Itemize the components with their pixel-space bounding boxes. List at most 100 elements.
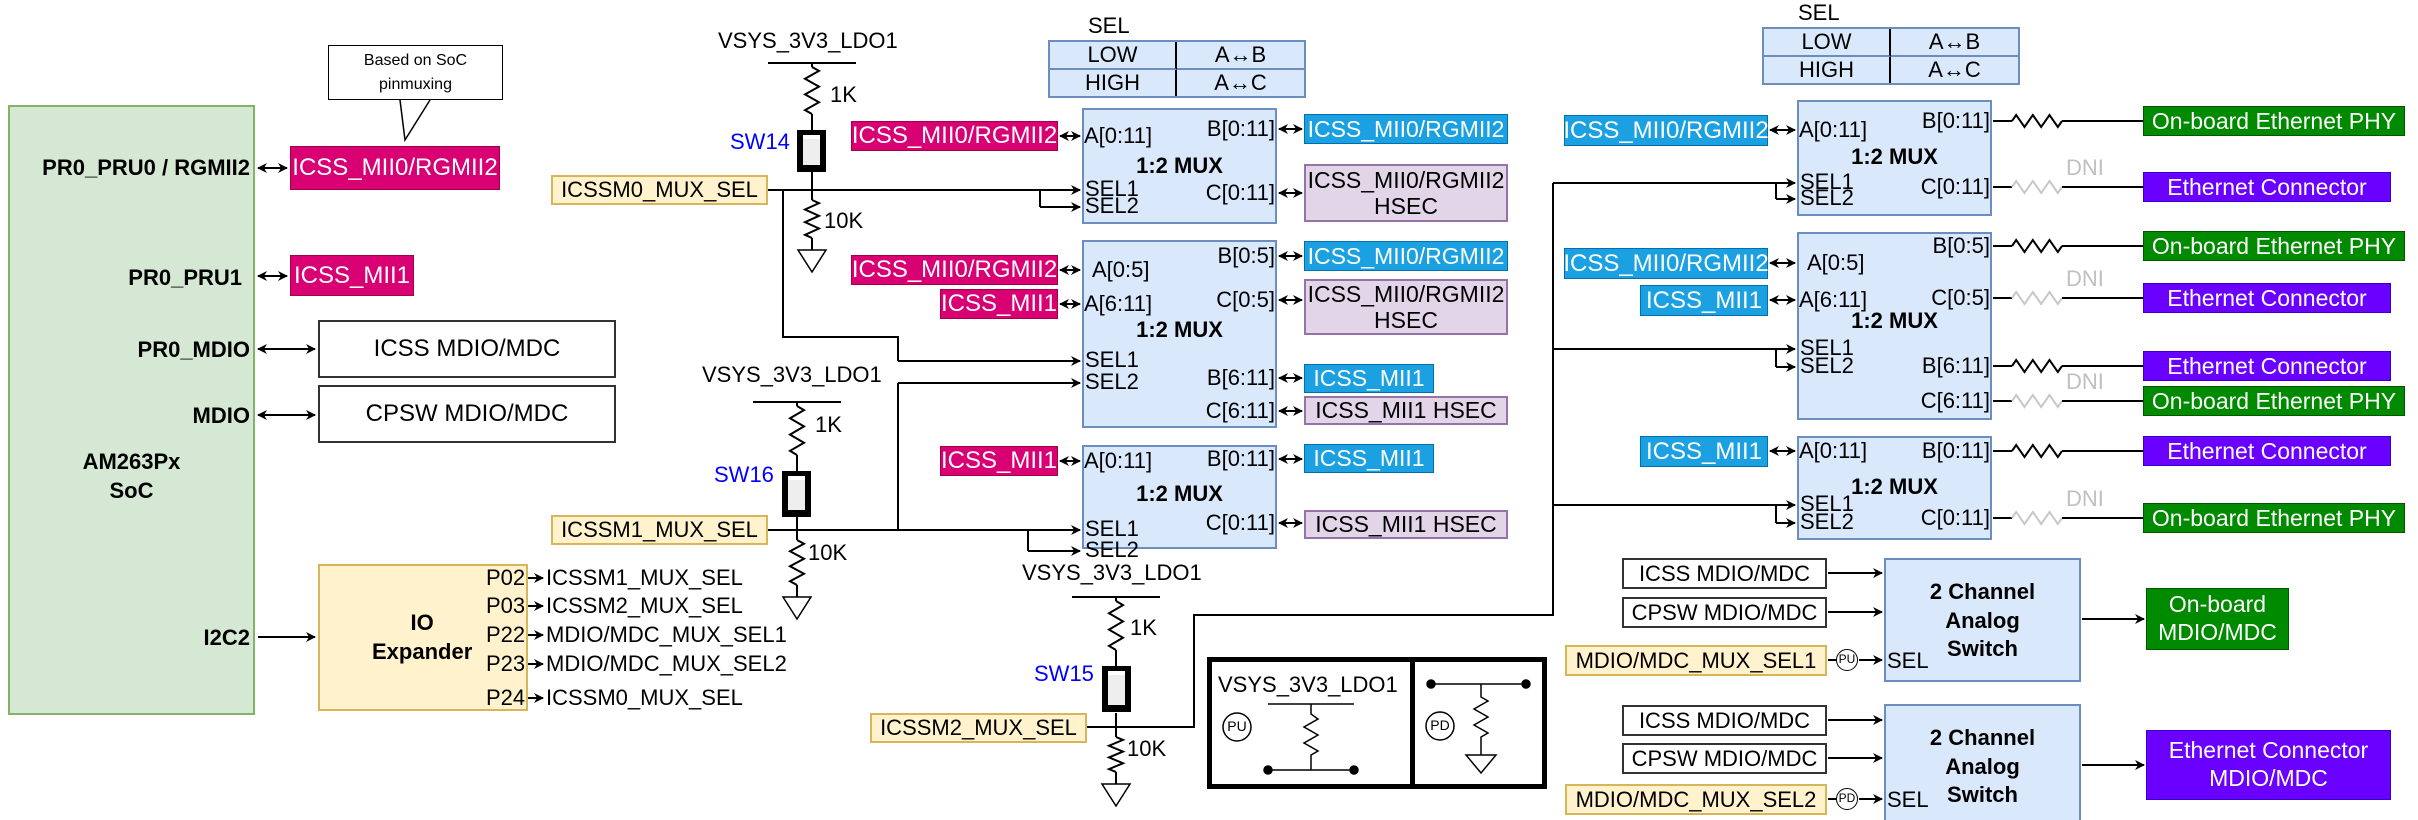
dest-ethernet-phy: On-board Ethernet PHY bbox=[2143, 503, 2405, 533]
mux-output-signal: ICSS_MII0/RGMII2 HSEC bbox=[1304, 164, 1508, 222]
soc-out-cpsw-mdio: CPSW MDIO/MDC bbox=[318, 385, 616, 443]
mux-out-port: B[0:5] bbox=[1932, 233, 1990, 258]
icssm0-mux-sel-net: ICSSM0_MUX_SEL bbox=[551, 175, 768, 205]
pinmux-callout: Based on SoC pinmuxing bbox=[328, 45, 503, 100]
analog-switch-input: CPSW MDIO/MDC bbox=[1622, 597, 1827, 628]
soc-out-icss-mii0: ICSS_MII0/RGMII2 bbox=[290, 146, 500, 190]
resistor-symbol bbox=[802, 66, 822, 115]
resistor-symbol bbox=[2011, 443, 2063, 459]
mux-input-signal: ICSS_MII0/RGMII2 bbox=[851, 121, 1058, 151]
resistor-symbol bbox=[2011, 238, 2063, 254]
vsys-rail-label-3: VSYS_3V3_LDO1 bbox=[1022, 560, 1202, 585]
analog-switch-output: Ethernet Connector MDIO/MDC bbox=[2146, 730, 2391, 800]
resistor-symbol bbox=[2011, 358, 2063, 374]
io-pin-label: P23 bbox=[486, 651, 526, 676]
mux-out-port: C[6:11] bbox=[1205, 398, 1275, 423]
mux-output-signal: ICSS_MII1 HSEC bbox=[1304, 396, 1508, 425]
mux-out-port: C[0:11] bbox=[1205, 180, 1275, 205]
resistor-symbol bbox=[1106, 736, 1126, 773]
soc-name-line1: AM263Px bbox=[82, 449, 181, 474]
analog-switch-sel-pin: SEL bbox=[1887, 787, 1929, 812]
vsys-rail-label-2: VSYS_3V3_LDO1 bbox=[702, 362, 882, 387]
mux-title: 1:2 MUX bbox=[1136, 481, 1223, 506]
mux-sel-pin: SEL2 bbox=[1085, 537, 1139, 562]
hsec-label: ICSS_MII0/RGMII2 HSEC bbox=[1308, 281, 1505, 334]
ground-symbol bbox=[796, 249, 828, 274]
r-1k-label-3: 1K bbox=[1130, 615, 1157, 640]
dest-ethernet-phy: On-board Ethernet PHY bbox=[2143, 231, 2405, 261]
analog-switch-output-line: MDIO/MDC bbox=[2209, 765, 2328, 791]
mux-out-port: B[0:11] bbox=[1206, 446, 1275, 471]
ethernet-mux-block-diagram: AM263Px SoC PR0_PRU0 / RGMII2 PR0_PRU1 P… bbox=[0, 0, 2418, 820]
dest-ethernet-connector: Ethernet Connector bbox=[2143, 436, 2391, 466]
mux-sel-pin: SEL2 bbox=[1800, 185, 1854, 210]
mux-out-port: B[0:11] bbox=[1921, 438, 1990, 463]
legend-pd-badge: PD bbox=[1430, 717, 1450, 733]
mux-sel-pin: SEL2 bbox=[1085, 193, 1139, 218]
bias-circle-pu: PU bbox=[1836, 649, 1858, 671]
mux-sel-pin: SEL2 bbox=[1800, 353, 1854, 378]
sel-low: LOW bbox=[1764, 29, 1891, 57]
resistor-symbol bbox=[2011, 113, 2063, 129]
io-expander-title1: IO bbox=[410, 609, 434, 635]
mux-out-port: C[0:11] bbox=[1920, 174, 1990, 199]
hsec-label: ICSS_MII0/RGMII2 HSEC bbox=[1308, 167, 1505, 220]
analog-switch-output-line: MDIO/MDC bbox=[2158, 619, 2277, 645]
mux-input-signal: ICSS_MII0/RGMII2 bbox=[1563, 248, 1769, 279]
analog-switch-sel-signal: MDIO/MDC_MUX_SEL2 bbox=[1565, 784, 1827, 815]
sel-low-path: A↔B bbox=[1177, 42, 1304, 70]
sw15-switch[interactable] bbox=[1102, 666, 1131, 712]
mux-a-port: A[0:11] bbox=[1084, 448, 1153, 473]
io-pin-label: P02 bbox=[486, 565, 526, 590]
io-pin-label: P24 bbox=[486, 685, 526, 710]
soc-pin-pru0: PR0_PRU0 / RGMII2 bbox=[42, 155, 250, 180]
r-1k-label-2: 1K bbox=[815, 412, 842, 437]
analog-switch-sel-pin: SEL bbox=[1887, 648, 1929, 673]
io-expander-title2: Expander bbox=[372, 638, 473, 664]
ground-symbol bbox=[1100, 783, 1132, 808]
mux-input-signal: ICSS_MII0/RGMII2 bbox=[851, 255, 1058, 285]
mux-output-signal: ICSS_MII0/RGMII2 HSEC bbox=[1304, 279, 1508, 335]
mux-output-signal: ICSS_MII0/RGMII2 bbox=[1304, 114, 1508, 144]
soc-pin-pru1: PR0_PRU1 bbox=[128, 265, 242, 290]
io-pin-signal: MDIO/MDC_MUX_SEL1 bbox=[546, 622, 787, 647]
callout-tail bbox=[399, 99, 431, 143]
dest-ethernet-connector: Ethernet Connector bbox=[2143, 283, 2391, 313]
callout-line2: pinmuxing bbox=[379, 75, 452, 93]
sel-table-title-left: SEL bbox=[1088, 13, 1130, 38]
analog-switch-title-line: 2 Channel bbox=[1929, 579, 2036, 604]
sw14-switch[interactable] bbox=[797, 130, 826, 172]
sw14-label: SW14 bbox=[730, 129, 790, 154]
mux-output-signal: ICSS_MII1 bbox=[1304, 444, 1434, 473]
mux-input-signal: ICSS_MII0/RGMII2 bbox=[1563, 115, 1769, 146]
sel-table-left: LOW A↔B HIGH A↔C bbox=[1048, 40, 1306, 98]
dest-ethernet-connector: Ethernet Connector bbox=[2143, 351, 2391, 381]
mux-input-signal: ICSS_MII1 bbox=[940, 289, 1058, 319]
sw16-switch[interactable] bbox=[782, 471, 811, 517]
sw15-label: SW15 bbox=[1034, 661, 1094, 686]
sel-table-title-right: SEL bbox=[1798, 0, 1840, 25]
legend-pu-badge: PU bbox=[1227, 718, 1247, 734]
mux-out-port: B[6:11] bbox=[1206, 365, 1275, 390]
mux-title: 1:2 MUX bbox=[1851, 144, 1938, 169]
mux-sel-pin: SEL2 bbox=[1085, 369, 1139, 394]
resistor-symbol bbox=[802, 199, 822, 239]
mux-sel-pin: SEL2 bbox=[1800, 509, 1854, 534]
mux-a-port: A[0:11] bbox=[1799, 438, 1868, 463]
mux-output-signal: ICSS_MII1 bbox=[1304, 364, 1434, 393]
mux-title: 1:2 MUX bbox=[1851, 308, 1938, 333]
analog-switch-output-line: On-board bbox=[2168, 591, 2267, 618]
io-pin-signal: ICSSM1_MUX_SEL bbox=[546, 565, 743, 590]
hsec-line1: ICSS_MII0/RGMII2 bbox=[1307, 280, 1505, 307]
sw16-label: SW16 bbox=[714, 462, 774, 487]
io-pin-label: P22 bbox=[486, 622, 526, 647]
dest-ethernet-connector: Ethernet Connector bbox=[2143, 172, 2391, 202]
dni-resistor-symbol bbox=[2011, 510, 2063, 526]
io-pin-signal: ICSSM2_MUX_SEL bbox=[546, 593, 743, 618]
soc-out-icss-mdio: ICSS MDIO/MDC bbox=[318, 320, 616, 378]
dest-ethernet-phy: On-board Ethernet PHY bbox=[2143, 386, 2405, 416]
bias-circle-pd: PD bbox=[1836, 788, 1858, 810]
mux-a-port: A[0:5] bbox=[1807, 250, 1865, 275]
analog-switch-sel-signal: MDIO/MDC_MUX_SEL1 bbox=[1565, 645, 1827, 676]
io-pin-label: P03 bbox=[486, 593, 526, 618]
